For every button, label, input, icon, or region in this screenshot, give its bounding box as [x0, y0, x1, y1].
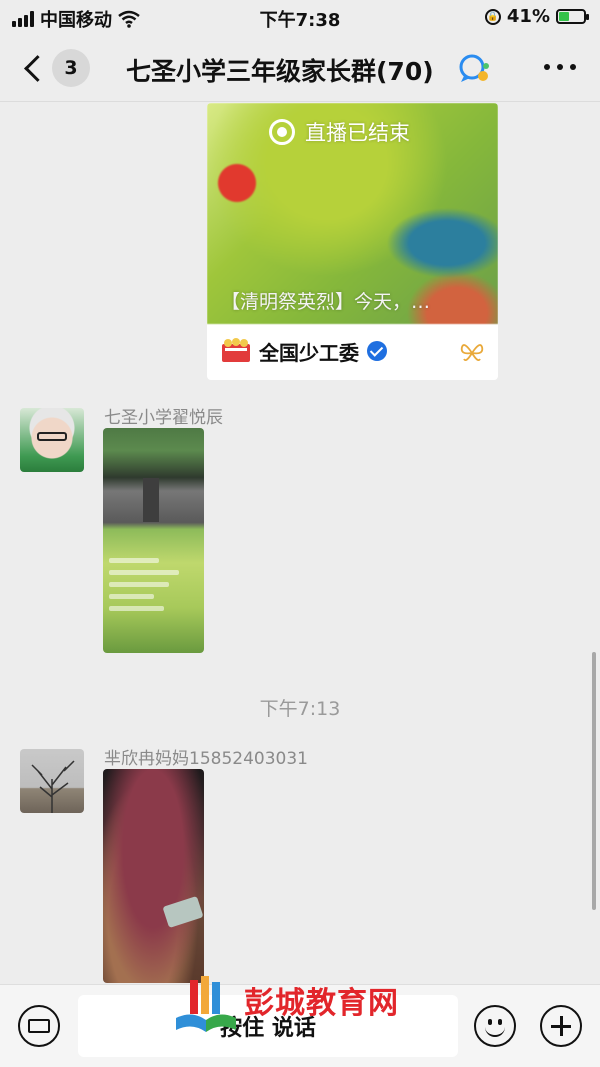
back-button[interactable]: [18, 50, 48, 86]
battery-icon: [556, 9, 589, 24]
image-overlay-line: [109, 582, 169, 587]
smile-icon: [485, 1025, 505, 1037]
image-tower-shape: [143, 478, 159, 522]
more-options-button[interactable]: [544, 64, 576, 70]
input-bar: 按住 说话: [0, 984, 600, 1067]
verified-icon: [367, 341, 387, 361]
image-message[interactable]: [103, 428, 204, 653]
channel-row: 全国少工委: [221, 336, 387, 366]
orientation-lock-icon: 🔒: [484, 8, 501, 25]
image-message[interactable]: [103, 769, 204, 983]
live-status-label: 直播已结束: [305, 121, 410, 145]
battery-fill: [559, 12, 569, 21]
unread-count-badge[interactable]: 3: [52, 49, 90, 87]
image-overlay-line: [109, 570, 179, 575]
emoji-button[interactable]: [474, 1005, 516, 1047]
live-caption: 【清明祭英烈】今天，…: [221, 291, 431, 313]
more-functions-button[interactable]: [540, 1005, 582, 1047]
chat-bubble-icon[interactable]: [456, 54, 492, 84]
channel-logo-icon: [222, 338, 250, 362]
record-icon: [269, 119, 295, 145]
live-status: 直播已结束: [269, 117, 410, 147]
channels-butterfly-icon: [460, 344, 484, 362]
sender-name: 七圣小学翟悦辰: [104, 408, 223, 428]
time-divider: 下午7:13: [259, 698, 341, 720]
avatar[interactable]: [20, 749, 84, 813]
tree-icon: [31, 760, 75, 813]
image-overlay-line: [109, 558, 159, 563]
status-bar: 中国移动 下午7:38 🔒 41%: [0, 0, 600, 34]
image-phone-shape: [162, 895, 204, 929]
hold-to-talk-button[interactable]: 按住 说话: [78, 995, 458, 1057]
keyboard-toggle-button[interactable]: [18, 1005, 60, 1047]
keyboard-icon: [28, 1019, 50, 1033]
image-overlay-line: [109, 606, 164, 611]
avatar[interactable]: [20, 408, 84, 472]
battery-percent: 41%: [506, 6, 550, 27]
chat-title: 七圣小学三年级家长群(70): [126, 57, 434, 86]
live-stream-card[interactable]: 直播已结束 【清明祭英烈】今天，… 全国少工委: [207, 103, 498, 380]
image-overlay-line: [109, 594, 154, 599]
status-right: 🔒 41%: [484, 6, 589, 27]
avatar-glasses: [37, 432, 67, 441]
nav-bar: 3 七圣小学三年级家长群(70): [0, 34, 600, 102]
sender-name: 芈欣冉妈妈15852403031: [104, 749, 308, 769]
channel-name: 全国少工委: [259, 340, 359, 365]
scrollbar[interactable]: [592, 652, 596, 910]
